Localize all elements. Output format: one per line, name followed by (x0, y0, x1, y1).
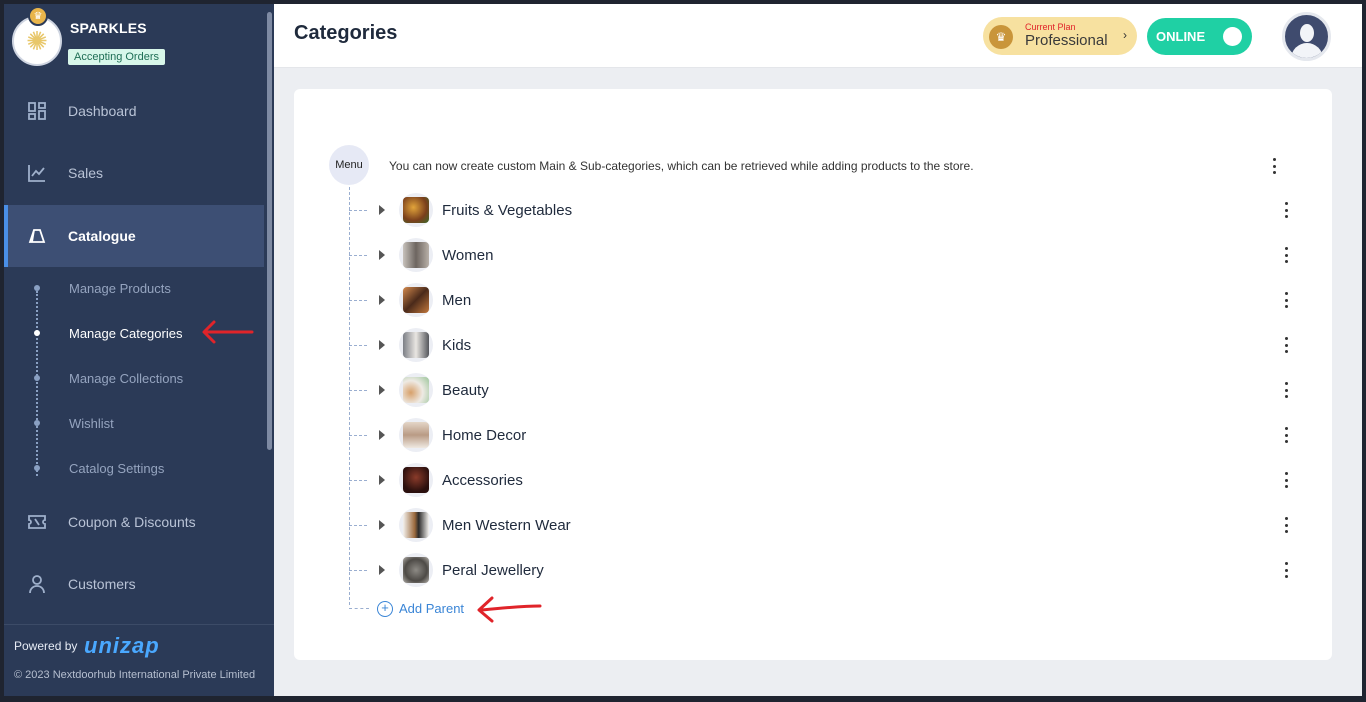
sidebar-scrollbar[interactable] (267, 12, 272, 450)
category-label[interactable]: Men Western Wear (442, 517, 571, 534)
category-label[interactable]: Kids (442, 337, 471, 354)
expand-caret-icon[interactable] (379, 430, 385, 440)
category-row: Men Western Wear (349, 505, 1299, 545)
category-thumbnail (399, 463, 433, 497)
categories-card: Menu You can now create custom Main & Su… (294, 89, 1332, 660)
category-label[interactable]: Peral Jewellery (442, 562, 544, 579)
menu-root-badge: Menu (329, 145, 369, 185)
category-row: Fruits & Vegetables (349, 190, 1299, 230)
store-header: ✺ ♛ SPARKLES Accepting Orders (10, 6, 260, 78)
category-label[interactable]: Home Decor (442, 427, 526, 444)
sidebar-item-sales[interactable]: Sales (4, 142, 264, 204)
category-row: Home Decor (349, 415, 1299, 455)
unizap-logo: unizap (84, 633, 160, 658)
current-plan-button[interactable]: ♛ Current Plan Professional › (983, 17, 1137, 55)
more-options-icon[interactable] (1283, 427, 1289, 443)
expand-caret-icon[interactable] (379, 250, 385, 260)
main-area: Categories ♛ Current Plan Professional ›… (274, 4, 1362, 696)
submenu-item-wishlist[interactable]: Wishlist (34, 412, 264, 434)
sidebar-item-customers[interactable]: Customers (4, 553, 264, 615)
sidebar-item-label: Customers (68, 576, 136, 592)
more-options-icon[interactable] (1283, 202, 1289, 218)
category-row: Women (349, 235, 1299, 275)
category-label[interactable]: Women (442, 247, 493, 264)
sidebar-footer: Powered by unizap © 2023 Nextdoorhub Int… (4, 624, 274, 696)
toggle-knob (1223, 27, 1242, 46)
category-label[interactable]: Men (442, 292, 471, 309)
category-row: Men (349, 280, 1299, 320)
expand-caret-icon[interactable] (379, 340, 385, 350)
category-thumbnail (399, 328, 433, 362)
category-thumbnail (399, 283, 433, 317)
category-thumbnail (399, 553, 433, 587)
coupon-icon (26, 511, 48, 533)
plan-label: Current Plan (1025, 22, 1076, 32)
category-row: Beauty (349, 370, 1299, 410)
more-options-icon[interactable] (1283, 472, 1289, 488)
sidebar-item-label: Dashboard (68, 103, 137, 119)
more-options-icon[interactable] (1283, 562, 1289, 578)
category-row: Kids (349, 325, 1299, 365)
expand-caret-icon[interactable] (379, 205, 385, 215)
categories-description: You can now create custom Main & Sub-cat… (389, 159, 974, 173)
category-thumbnail (399, 418, 433, 452)
online-label: ONLINE (1156, 29, 1206, 44)
powered-by-label: Powered by (14, 639, 78, 653)
sidebar-item-label: Coupon & Discounts (68, 514, 196, 530)
tag-icon (26, 225, 48, 247)
online-toggle[interactable]: ONLINE (1147, 18, 1252, 55)
sidebar-item-label: Catalogue (68, 228, 136, 244)
sidebar-item-catalogue[interactable]: Catalogue (4, 205, 264, 267)
more-options-icon[interactable] (1283, 382, 1289, 398)
sidebar: ✺ ♛ SPARKLES Accepting Orders Dashboard … (4, 4, 274, 696)
more-options-icon[interactable] (1283, 517, 1289, 533)
add-parent-label: Add Parent (399, 601, 465, 616)
expand-caret-icon[interactable] (379, 475, 385, 485)
dashboard-icon (26, 100, 48, 122)
chart-icon (26, 162, 48, 184)
category-label[interactable]: Fruits & Vegetables (442, 202, 572, 219)
crown-icon: ♛ (28, 6, 48, 26)
more-options-icon[interactable] (1271, 158, 1277, 174)
annotation-arrow-icon (202, 320, 254, 344)
user-icon (26, 573, 48, 595)
more-options-icon[interactable] (1283, 247, 1289, 263)
submenu-item-manage-collections[interactable]: Manage Collections (34, 367, 264, 389)
annotation-arrow-icon (477, 596, 542, 623)
plus-circle-icon: + (377, 601, 393, 617)
top-bar: Categories ♛ Current Plan Professional ›… (274, 4, 1362, 68)
expand-caret-icon[interactable] (379, 385, 385, 395)
category-row: Peral Jewellery (349, 550, 1299, 590)
sidebar-item-label: Sales (68, 165, 104, 181)
crown-icon: ♛ (989, 25, 1013, 49)
store-name: SPARKLES (70, 20, 147, 36)
submenu-item-catalog-settings[interactable]: Catalog Settings (34, 457, 264, 479)
category-label[interactable]: Beauty (442, 382, 489, 399)
category-label[interactable]: Accessories (442, 472, 523, 489)
category-thumbnail (399, 238, 433, 272)
store-status-badge[interactable]: Accepting Orders (68, 49, 165, 65)
expand-caret-icon[interactable] (379, 565, 385, 575)
category-thumbnail (399, 508, 433, 542)
chevron-right-icon: › (1123, 28, 1127, 42)
copyright-text: © 2023 Nextdoorhub International Private… (14, 669, 256, 681)
submenu-item-manage-products[interactable]: Manage Products (34, 277, 264, 299)
plan-name: Professional (1025, 32, 1108, 49)
page-title: Categories (294, 22, 398, 44)
category-thumbnail (399, 373, 433, 407)
expand-caret-icon[interactable] (379, 520, 385, 530)
expand-caret-icon[interactable] (379, 295, 385, 305)
category-thumbnail (399, 193, 433, 227)
more-options-icon[interactable] (1283, 337, 1289, 353)
sidebar-item-dashboard[interactable]: Dashboard (4, 80, 264, 142)
sidebar-item-coupons[interactable]: Coupon & Discounts (4, 491, 264, 553)
category-row: Accessories (349, 460, 1299, 500)
avatar[interactable] (1282, 12, 1331, 61)
more-options-icon[interactable] (1283, 292, 1289, 308)
